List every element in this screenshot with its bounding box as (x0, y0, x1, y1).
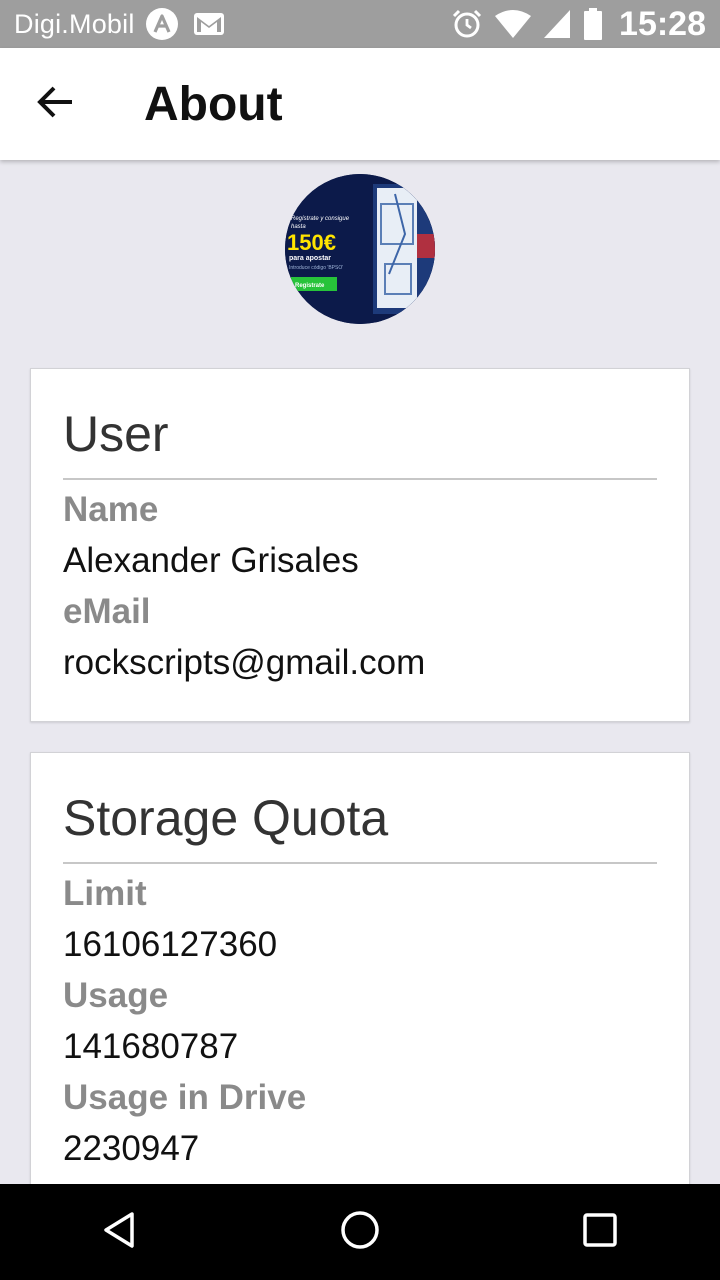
name-label: Name (63, 490, 159, 529)
app-bar: About (0, 48, 720, 160)
nav-recents-button[interactable] (540, 1184, 660, 1280)
storage-quota-card: Storage Quota Limit 16106127360 Usage 14… (30, 752, 690, 1212)
user-card: User Name Alexander Grisales eMail rocks… (30, 368, 690, 722)
system-status-icons: 15:28 (451, 5, 706, 44)
status-bar: Digi.Mobil 15:28 (0, 0, 720, 48)
usage-value: 141680787 (63, 1027, 239, 1066)
usage-in-drive-label: Usage in Drive (63, 1078, 307, 1117)
limit-label: Limit (63, 874, 147, 913)
avatar-image: Regístrate y consigue hasta 150€ para ap… (285, 174, 435, 324)
notification-icons (145, 7, 225, 41)
recents-square-icon (582, 1212, 618, 1253)
usage-in-drive-value: 2230947 (63, 1129, 200, 1168)
home-circle-icon (339, 1209, 381, 1256)
email-label: eMail (63, 592, 151, 631)
avatar: Regístrate y consigue hasta 150€ para ap… (285, 174, 435, 324)
svg-text:Regístrate y consigue: Regístrate y consigue (291, 216, 350, 222)
wifi-icon (495, 9, 532, 39)
nav-back-button[interactable] (60, 1184, 180, 1280)
arc-app-icon (145, 7, 179, 41)
back-triangle-icon (100, 1210, 140, 1255)
storage-card-title: Storage Quota (63, 753, 657, 864)
svg-text:150€: 150€ (287, 230, 336, 255)
svg-text:para apostar: para apostar (289, 255, 331, 262)
signal-icon (543, 9, 571, 39)
limit-value: 16106127360 (63, 925, 278, 964)
alarm-icon (451, 8, 483, 40)
clock: 15:28 (619, 4, 706, 43)
svg-text:Introduce código 'BPSO': Introduce código 'BPSO' (289, 265, 343, 271)
battery-icon (583, 8, 603, 40)
gmail-icon (193, 11, 225, 37)
page-title: About (144, 77, 283, 131)
nav-home-button[interactable] (300, 1184, 420, 1280)
arrow-back-icon (36, 82, 76, 127)
carrier-name: Digi.Mobil (14, 8, 135, 39)
user-card-title: User (63, 369, 657, 480)
back-button[interactable] (0, 48, 112, 160)
system-nav-bar (0, 1184, 720, 1280)
name-value: Alexander Grisales (63, 541, 359, 580)
svg-text:Registrate: Registrate (295, 283, 325, 289)
usage-label: Usage (63, 976, 169, 1015)
email-value: rockscripts@gmail.com (63, 643, 426, 682)
